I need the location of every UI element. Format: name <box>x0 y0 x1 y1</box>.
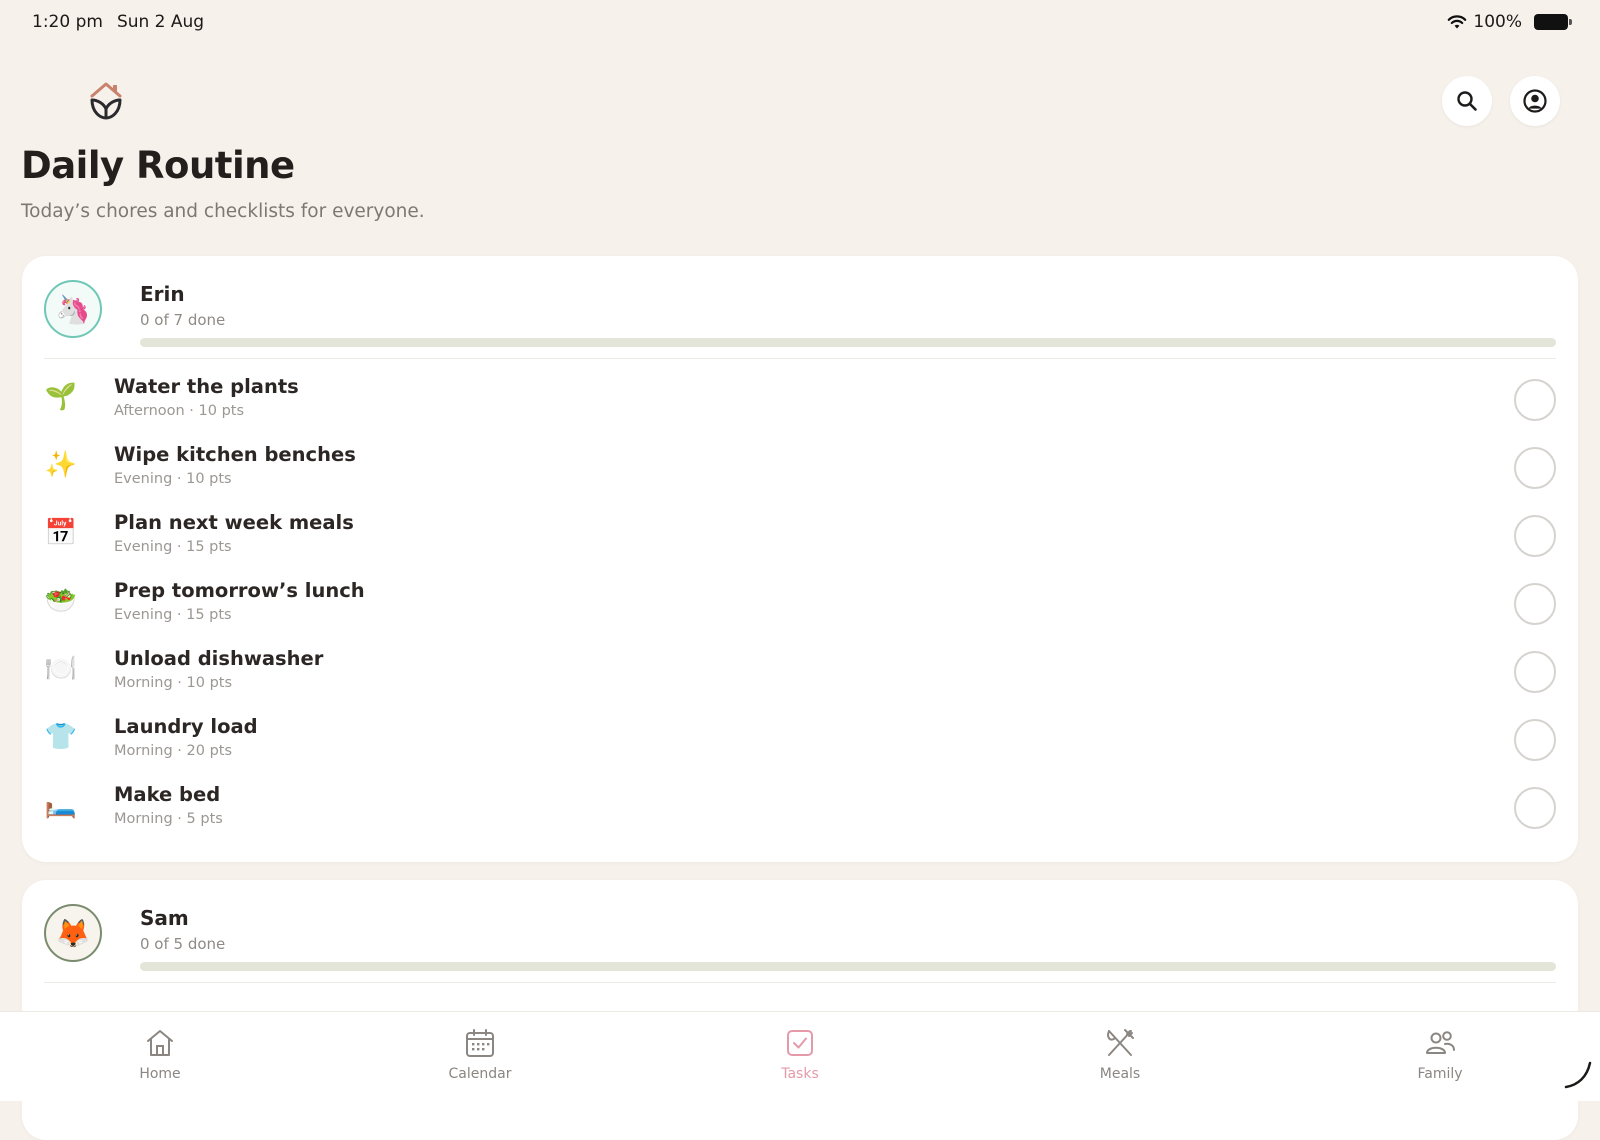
task-row[interactable]: 👕 Laundry load Morning · 20 pts <box>44 706 1556 774</box>
task-meta: Evening · 15 pts <box>114 539 232 555</box>
task-meta: Morning · 20 pts <box>114 743 232 759</box>
task-title: Unload dishwasher <box>114 647 323 670</box>
tab-bar: Home Calendar Tasks Meals <box>0 1011 1600 1101</box>
task-checkbox[interactable] <box>1514 515 1556 557</box>
member-progress-text: 0 of 5 done <box>140 935 225 953</box>
task-checkbox[interactable] <box>1514 787 1556 829</box>
battery-icon <box>1534 14 1568 30</box>
task-meta: Morning · 5 pts <box>114 811 223 827</box>
tab-label: Meals <box>1100 1066 1140 1082</box>
sparkles-icon: ✨ <box>44 448 78 482</box>
task-row[interactable]: 🍽️ Unload dishwasher Morning · 10 pts <box>44 638 1556 706</box>
user-circle-icon <box>1522 88 1548 114</box>
task-row[interactable]: 📅 Plan next week meals Evening · 15 pts <box>44 502 1556 570</box>
task-list: 🌱 Water the plants Afternoon · 10 pts ✨ … <box>44 366 1556 842</box>
task-row[interactable]: 🌱 Water the plants Afternoon · 10 pts <box>44 366 1556 434</box>
tab-calendar[interactable]: Calendar <box>320 1012 640 1101</box>
seedling-icon: 🌱 <box>44 380 78 414</box>
task-title: Plan next week meals <box>114 511 354 534</box>
tab-meals[interactable]: Meals <box>960 1012 1280 1101</box>
task-meta: Afternoon · 10 pts <box>114 403 244 419</box>
tshirt-icon: 👕 <box>44 720 78 754</box>
progress-bar <box>140 338 1556 347</box>
member-name: Sam <box>140 906 189 930</box>
profile-button[interactable] <box>1510 76 1560 126</box>
task-title: Make bed <box>114 783 220 806</box>
status-time: 1:20 pm <box>32 12 103 32</box>
tab-label: Home <box>139 1066 180 1082</box>
task-checkbox[interactable] <box>1514 583 1556 625</box>
wifi-icon <box>1447 14 1467 30</box>
task-meta: Evening · 15 pts <box>114 607 232 623</box>
task-row[interactable]: 🛏️ Make bed Morning · 5 pts <box>44 774 1556 842</box>
checkbox-icon <box>783 1026 817 1060</box>
task-checkbox[interactable] <box>1514 651 1556 693</box>
salad-icon: 🥗 <box>44 584 78 618</box>
member-header: 🦊 Sam 0 of 5 done <box>44 904 1556 984</box>
task-checkbox[interactable] <box>1514 447 1556 489</box>
member-name: Erin <box>140 282 185 306</box>
avatar[interactable]: 🦊 <box>44 904 102 962</box>
avatar[interactable]: 🦄 <box>44 280 102 338</box>
utensils-icon <box>1103 1026 1137 1060</box>
task-meta: Evening · 10 pts <box>114 471 232 487</box>
task-row[interactable]: 🥗 Prep tomorrow’s lunch Evening · 15 pts <box>44 570 1556 638</box>
divider <box>44 982 1556 983</box>
task-row[interactable]: ✨ Wipe kitchen benches Evening · 10 pts <box>44 434 1556 502</box>
app-logo <box>86 78 126 122</box>
progress-bar <box>140 962 1556 971</box>
tab-label: Calendar <box>449 1066 512 1082</box>
member-header: 🦄 Erin 0 of 7 done <box>44 280 1556 360</box>
page-subtitle: Today’s chores and checklists for everyo… <box>21 201 425 222</box>
header-actions <box>1442 76 1560 126</box>
task-checkbox[interactable] <box>1514 379 1556 421</box>
tab-tasks[interactable]: Tasks <box>640 1012 960 1101</box>
task-title: Wipe kitchen benches <box>114 443 356 466</box>
task-meta: Morning · 10 pts <box>114 675 232 691</box>
tab-label: Tasks <box>781 1066 819 1082</box>
calendar-17-icon: 📅 <box>44 516 78 550</box>
task-title: Laundry load <box>114 715 258 738</box>
task-title: Water the plants <box>114 375 299 398</box>
task-title: Prep tomorrow’s lunch <box>114 579 365 602</box>
tab-home[interactable]: Home <box>0 1012 320 1101</box>
people-icon <box>1423 1026 1457 1060</box>
member-progress-text: 0 of 7 done <box>140 311 225 329</box>
calendar-icon <box>463 1026 497 1060</box>
member-card-sam: 🦊 Sam 0 of 5 done <box>22 880 1578 1140</box>
home-icon <box>143 1026 177 1060</box>
bed-icon: 🛏️ <box>44 788 78 822</box>
divider <box>44 358 1556 359</box>
status-bar: 1:20 pm Sun 2 Aug 100% <box>0 0 1600 44</box>
page-title: Daily Routine <box>21 144 295 187</box>
resize-handle-icon[interactable] <box>1560 1057 1594 1091</box>
battery-percent: 100% <box>1473 12 1522 32</box>
tab-family[interactable]: Family <box>1280 1012 1600 1101</box>
member-card-erin: 🦄 Erin 0 of 7 done 🌱 Water the plants Af… <box>22 256 1578 862</box>
search-button[interactable] <box>1442 76 1492 126</box>
status-date: Sun 2 Aug <box>117 12 204 32</box>
task-checkbox[interactable] <box>1514 719 1556 761</box>
tab-label: Family <box>1417 1066 1462 1082</box>
plate-cutlery-icon: 🍽️ <box>44 652 78 686</box>
search-icon <box>1455 89 1479 113</box>
